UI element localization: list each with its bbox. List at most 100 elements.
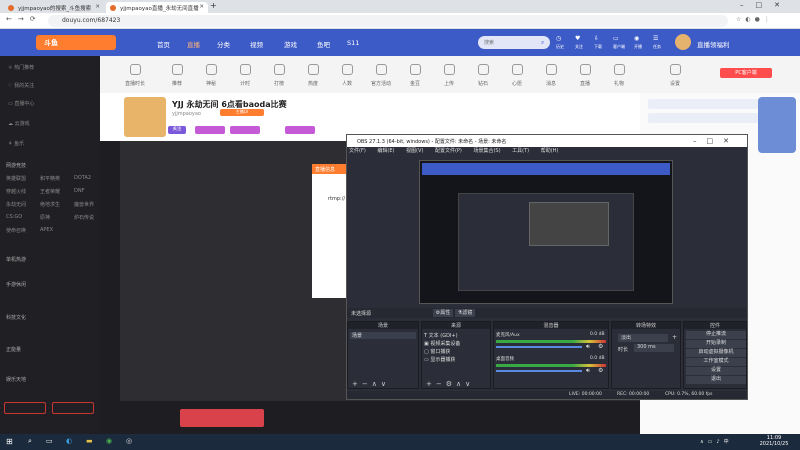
speaker-icon[interactable]: 🔊︎: [586, 343, 590, 351]
sidebar-action-button[interactable]: [4, 402, 46, 414]
folder-icon[interactable]: ▬: [86, 437, 93, 445]
browser-tab-search[interactable]: yjjmpaoyao的搜索_斗鱼搜索 ✕: [4, 2, 104, 13]
cat-item[interactable]: 消息: [536, 64, 566, 87]
speaker-icon[interactable]: 🔊︎: [586, 367, 590, 375]
sidebar-tag[interactable]: DOTA2: [74, 175, 91, 181]
obs-icon[interactable]: ◎: [126, 437, 132, 445]
cat-item[interactable]: 人数: [332, 64, 362, 87]
source-item[interactable]: ▭ 显示器捕获: [424, 356, 455, 363]
browser-tab-live[interactable]: yjjmpaoyao直播_永劫无间直播 ✕: [106, 2, 208, 13]
sidebar-tag[interactable]: DNF: [74, 188, 84, 194]
window-controls[interactable]: –□✕: [740, 1, 792, 9]
nav-category[interactable]: 分类: [217, 39, 230, 49]
sidebar-item-center[interactable]: ▭ 直播中心: [8, 100, 34, 107]
close-icon[interactable]: ✕: [95, 4, 100, 10]
sidebar-tag[interactable]: 魔兽世界: [74, 201, 94, 208]
task-view-icon[interactable]: ▭: [46, 437, 53, 445]
obs-menu-profile[interactable]: 配置文件(P): [435, 148, 462, 154]
cat-item[interactable]: 推荐: [162, 64, 192, 87]
cat-item[interactable]: 热度: [298, 64, 328, 87]
edge-icon[interactable]: ◐: [66, 437, 72, 445]
filters-button[interactable]: ⚗滤镜: [455, 309, 475, 317]
duration-input[interactable]: 300 ms: [634, 344, 674, 352]
cat-item[interactable]: 心愿: [502, 64, 532, 87]
sidebar-tag[interactable]: 炉石传说: [74, 214, 94, 221]
site-logo[interactable]: 斗鱼: [36, 35, 116, 50]
sidebar-tag[interactable]: APEX: [40, 227, 53, 233]
virtual-camera-button[interactable]: 启动虚拟摄像机: [686, 349, 746, 357]
broadcast-icon[interactable]: ◉: [634, 35, 639, 42]
volume-slider[interactable]: [496, 346, 582, 348]
search-icon[interactable]: ⌕: [28, 437, 32, 446]
sidebar-action-button[interactable]: [52, 402, 94, 414]
cat-item[interactable]: 金豆: [400, 64, 430, 87]
source-item[interactable]: T 文本 (GDI+): [424, 332, 458, 339]
volume-slider[interactable]: [496, 370, 582, 372]
obs-menu-tools[interactable]: 工具(T): [512, 148, 529, 154]
exit-button[interactable]: 退出: [686, 376, 746, 384]
nav-game[interactable]: 游戏: [284, 39, 297, 49]
cat-item[interactable]: 上传: [434, 64, 464, 87]
obs-menu-view[interactable]: 视图(V): [406, 148, 423, 154]
download-icon[interactable]: ⇩: [594, 35, 599, 42]
cat-item[interactable]: 打榜: [264, 64, 294, 87]
nav-s11[interactable]: S11: [347, 39, 359, 47]
windows-start-icon[interactable]: ⊞: [6, 437, 13, 446]
source-item[interactable]: ▢ 窗口捕获: [424, 348, 450, 355]
sidebar-item-follow[interactable]: ♡ 我的关注: [8, 82, 34, 89]
settings-button[interactable]: 设置: [686, 367, 746, 375]
obs-menu-edit[interactable]: 编辑(E): [377, 148, 394, 154]
tray-icons[interactable]: ∧▭♪中: [700, 438, 733, 445]
stream-welfare-label[interactable]: 直播领福利: [697, 39, 730, 49]
url-input[interactable]: douyu.com/687423: [48, 15, 728, 27]
room-tag[interactable]: [195, 126, 225, 134]
nav-home[interactable]: 首页: [157, 39, 170, 49]
task-icon[interactable]: ☰: [653, 35, 658, 42]
room-tag[interactable]: [230, 126, 260, 134]
sidebar-tag[interactable]: 穿越火线: [6, 188, 26, 195]
nav-arrows-icon[interactable]: ←→⟳: [6, 15, 42, 23]
sidebar-tag[interactable]: 永劫无间: [6, 201, 26, 208]
cat-item[interactable]: 直播: [570, 64, 600, 87]
extension-icons[interactable]: ☆◐●⋮: [736, 16, 794, 26]
sidebar-tag[interactable]: 王者荣耀: [40, 188, 60, 195]
nav-live[interactable]: 直播: [187, 39, 200, 49]
transition-select[interactable]: 淡出: [618, 334, 668, 342]
cat-item[interactable]: 计时: [230, 64, 260, 87]
cat-item[interactable]: 设置: [660, 64, 690, 87]
close-icon[interactable]: ✕: [199, 4, 204, 10]
sidebar-tag[interactable]: 使命召唤: [6, 227, 26, 234]
source-item[interactable]: ▣ 视频采集设备: [424, 340, 460, 347]
scene-list-controls[interactable]: +−∧∨: [352, 380, 390, 388]
panel-row[interactable]: [648, 113, 758, 123]
sidebar-item-cloud[interactable]: ☁ 云游戏: [8, 120, 30, 127]
obs-menu-help[interactable]: 帮助(H): [541, 148, 559, 154]
streamer-name[interactable]: yjjmpaoyao: [172, 111, 201, 117]
history-icon[interactable]: ◷: [556, 35, 561, 42]
stop-stream-button[interactable]: 停止推流: [686, 331, 746, 339]
room-tag[interactable]: [285, 126, 315, 134]
sidebar-tag[interactable]: 原神: [40, 214, 50, 221]
cat-item[interactable]: 直播时长: [120, 64, 150, 87]
sidebar-tag[interactable]: 绝地求生: [40, 201, 60, 208]
cat-item[interactable]: 礼物: [604, 64, 634, 87]
pc-client-tag[interactable]: PC客户端: [720, 68, 772, 78]
client-icon[interactable]: ▭: [613, 35, 619, 42]
clock[interactable]: 11:09 2021/10/25: [756, 435, 792, 447]
new-tab-icon[interactable]: +: [210, 1, 217, 10]
nav-video[interactable]: 视频: [250, 39, 263, 49]
obs-menu-scenes[interactable]: 场景集合(S): [473, 148, 500, 154]
obs-window-controls[interactable]: –□✕: [693, 137, 739, 145]
sidebar-item-hot[interactable]: ☼ 热门推荐: [8, 64, 34, 71]
nav-yuba[interactable]: 鱼吧: [317, 39, 330, 49]
search-icon[interactable]: ⌕: [541, 39, 544, 47]
start-recording-button[interactable]: 开始录制: [686, 340, 746, 348]
gear-icon[interactable]: ⚙: [598, 367, 603, 374]
properties-button[interactable]: ⚙属性: [433, 309, 453, 317]
sidebar-tag[interactable]: 和平精英: [40, 175, 60, 182]
sidebar-item-fun[interactable]: ⚘ 鱼乐: [8, 140, 24, 147]
avatar[interactable]: [675, 34, 691, 50]
obs-preview[interactable]: [419, 160, 673, 304]
gear-icon[interactable]: ⚙: [598, 343, 603, 350]
streamer-avatar[interactable]: [124, 97, 166, 137]
